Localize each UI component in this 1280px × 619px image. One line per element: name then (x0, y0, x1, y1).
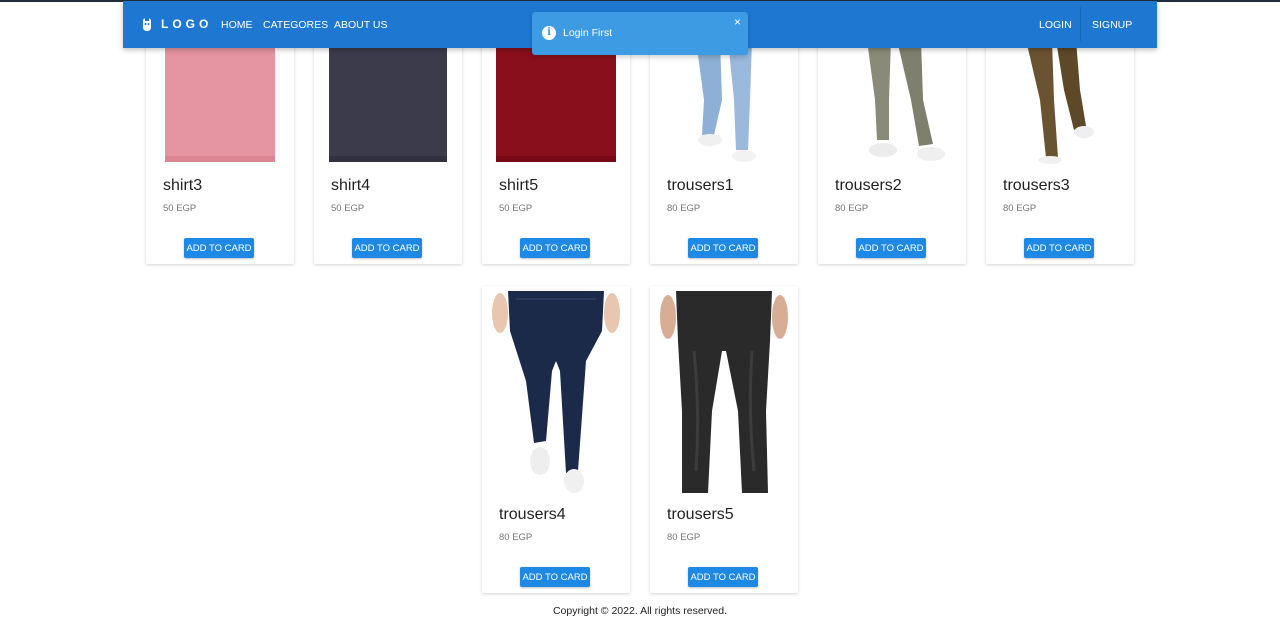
logo-text: LOGO (161, 17, 213, 31)
product-card-shirt4: shirt4 50 EGP ADD TO CARD (314, 40, 462, 264)
product-name: trousers1 (667, 177, 734, 194)
product-name: trousers3 (1003, 177, 1070, 194)
product-price: 80 EGP (835, 203, 869, 214)
product-price: 80 EGP (667, 532, 701, 543)
info-icon: i (542, 26, 556, 40)
add-to-card-button[interactable]: ADD TO CARD (856, 238, 926, 258)
product-price: 80 EGP (499, 532, 533, 543)
signup-link[interactable]: SIGNUP (1092, 19, 1132, 31)
add-to-card-button[interactable]: ADD TO CARD (520, 238, 590, 258)
nav-divider (1080, 7, 1081, 41)
product-card-trousers5: trousers5 80 EGP ADD TO CARD (650, 286, 798, 593)
product-name: trousers5 (667, 506, 734, 523)
product-card-trousers2: trousers2 80 EGP ADD TO CARD (818, 40, 966, 264)
product-image (482, 40, 630, 163)
product-image (986, 40, 1134, 164)
product-price: 80 EGP (1003, 203, 1037, 214)
nav-home[interactable]: HOME (221, 19, 253, 31)
product-card-trousers4: trousers4 80 EGP ADD TO CARD (482, 286, 630, 593)
login-link[interactable]: LOGIN (1039, 19, 1072, 31)
toast-notification: i Login First × (532, 12, 748, 55)
add-to-card-button[interactable]: ADD TO CARD (688, 567, 758, 587)
product-price: 50 EGP (331, 203, 365, 214)
product-image (650, 291, 798, 493)
logo-icon (143, 17, 151, 31)
toast-message: Login First (563, 27, 613, 39)
product-name: shirt5 (499, 177, 539, 194)
product-name: trousers2 (835, 177, 902, 194)
footer-copyright: Copyright © 2022. All rights reserved. (552, 605, 728, 617)
add-to-card-button[interactable]: ADD TO CARD (184, 238, 254, 258)
nav-categories[interactable]: CATEGORES (263, 19, 328, 31)
product-name: shirt3 (163, 177, 203, 194)
product-price: 50 EGP (499, 203, 533, 214)
product-image (146, 40, 294, 163)
product-price: 50 EGP (163, 203, 197, 214)
product-image (650, 40, 798, 164)
logo[interactable]: LOGO (142, 17, 212, 31)
product-name: trousers4 (499, 506, 566, 523)
product-name: shirt4 (331, 177, 371, 194)
add-to-card-button[interactable]: ADD TO CARD (352, 238, 422, 258)
product-card-shirt5: shirt5 50 EGP ADD TO CARD (482, 40, 630, 264)
product-price: 80 EGP (667, 203, 701, 214)
product-image (482, 291, 630, 493)
product-image (818, 40, 966, 164)
product-card-shirt3: shirt3 50 EGP ADD TO CARD (146, 40, 294, 264)
product-card-trousers3: trousers3 80 EGP ADD TO CARD (986, 40, 1134, 264)
add-to-card-button[interactable]: ADD TO CARD (520, 567, 590, 587)
add-to-card-button[interactable]: ADD TO CARD (688, 238, 758, 258)
product-card-trousers1: trousers1 80 EGP ADD TO CARD (650, 40, 798, 264)
close-icon[interactable]: × (734, 15, 741, 29)
product-image (314, 40, 462, 163)
nav-about-us[interactable]: ABOUT US (334, 19, 387, 31)
add-to-card-button[interactable]: ADD TO CARD (1024, 238, 1094, 258)
